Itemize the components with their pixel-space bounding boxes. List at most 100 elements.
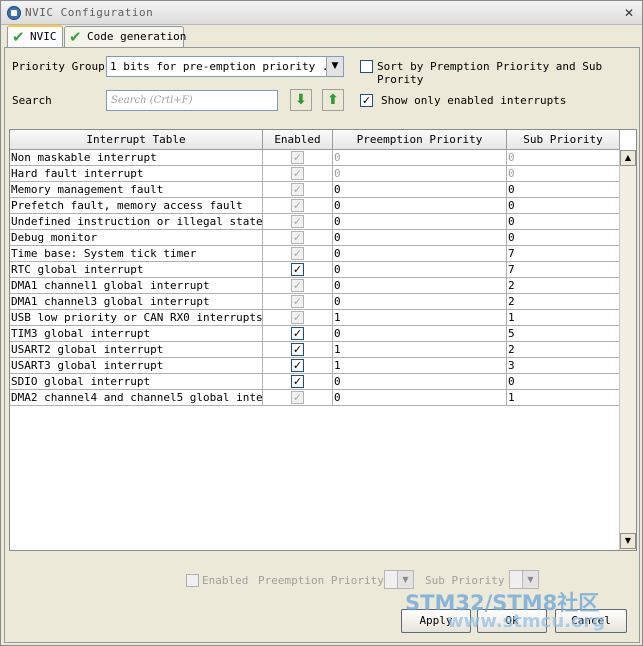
table-row[interactable]: Undefined instruction or illegal state ✓ 0… [10, 214, 620, 230]
table-row[interactable]: Non maskable interrupt ✓ 0 0 [10, 150, 620, 166]
preemption-priority-cell[interactable]: 1 [333, 358, 507, 374]
interrupt-name-cell[interactable]: Memory management fault [10, 182, 263, 198]
sub-priority-cell[interactable]: 0 [507, 198, 620, 214]
enabled-checkbox[interactable]: ✓ [291, 263, 304, 276]
search-next-button[interactable]: ⬇ [290, 89, 312, 111]
table-row[interactable]: USART2 global interrupt ✓ 1 2 [10, 342, 620, 358]
table-row[interactable]: Time base: System tick timer ✓ 0 7 [10, 246, 620, 262]
sub-priority-cell[interactable]: 2 [507, 278, 620, 294]
preemption-priority-cell[interactable]: 0 [333, 374, 507, 390]
preemption-priority-cell[interactable]: 0 [333, 262, 507, 278]
show-enabled-checkbox[interactable]: ✓ [360, 94, 373, 107]
table-row[interactable]: RTC global interrupt ✓ 0 7 [10, 262, 620, 278]
sub-priority-cell[interactable]: 0 [507, 150, 620, 166]
sub-priority-cell[interactable]: 2 [507, 294, 620, 310]
check-icon: ✔ [69, 28, 82, 46]
tab-code-generation[interactable]: ✔ Code generation [64, 26, 186, 47]
interrupt-name-cell[interactable]: USB low priority or CAN RX0 interrupts [10, 310, 263, 326]
column-header-enabled[interactable]: Enabled [263, 130, 333, 150]
sub-priority-cell[interactable]: 2 [507, 342, 620, 358]
interrupt-table: Interrupt Table Enabled Preemption Prior… [9, 129, 637, 551]
enabled-checkbox[interactable]: ✓ [291, 343, 304, 356]
vertical-scrollbar[interactable]: ▲ ▼ [619, 150, 636, 550]
sort-checkbox[interactable] [360, 60, 373, 73]
sub-priority-cell[interactable]: 0 [507, 182, 620, 198]
interrupt-name-cell[interactable]: Non maskable interrupt [10, 150, 263, 166]
enabled-checkbox[interactable]: ✓ [291, 359, 304, 372]
title-bar[interactable]: NVIC Configuration ✕ [1, 1, 642, 25]
preemption-priority-cell[interactable]: 0 [333, 150, 507, 166]
sub-priority-cell[interactable]: 7 [507, 262, 620, 278]
preemption-priority-cell[interactable]: 0 [333, 294, 507, 310]
nvic-configuration-window: NVIC Configuration ✕ ✔ NVIC ✔ Code gener… [0, 0, 643, 646]
preemption-priority-cell[interactable]: 0 [333, 390, 507, 406]
interrupt-name-cell[interactable]: Time base: System tick timer [10, 246, 263, 262]
scroll-up-icon[interactable]: ▲ [620, 150, 636, 166]
interrupt-name-cell[interactable]: USART2 global interrupt [10, 342, 263, 358]
preemption-priority-cell[interactable]: 0 [333, 326, 507, 342]
preemption-priority-cell[interactable]: 1 [333, 342, 507, 358]
table-row[interactable]: DMA2 channel4 and channel5 global inte..… [10, 390, 620, 406]
sub-priority-cell[interactable]: 1 [507, 310, 620, 326]
search-label: Search [12, 94, 52, 107]
sub-priority-cell[interactable]: 1 [507, 390, 620, 406]
column-header-sub-priority[interactable]: Sub Priority [507, 130, 620, 150]
table-row[interactable]: DMA1 channel1 global interrupt ✓ 0 2 [10, 278, 620, 294]
scroll-down-icon[interactable]: ▼ [620, 533, 636, 549]
table-row[interactable]: Hard fault interrupt ✓ 0 0 [10, 166, 620, 182]
tab-nvic[interactable]: ✔ NVIC [7, 25, 63, 47]
close-button[interactable]: ✕ [620, 4, 638, 22]
interrupt-name-cell[interactable]: Prefetch fault, memory access fault [10, 198, 263, 214]
column-header-interrupt[interactable]: Interrupt Table [10, 130, 263, 150]
interrupt-name-cell[interactable]: TIM3 global interrupt [10, 326, 263, 342]
enabled-checkbox: ✓ [291, 295, 304, 308]
sub-priority-cell[interactable]: 5 [507, 326, 620, 342]
chevron-down-icon[interactable]: ▼ [326, 57, 343, 76]
preemption-priority-cell[interactable]: 0 [333, 182, 507, 198]
sub-priority-cell[interactable]: 0 [507, 214, 620, 230]
enabled-checkbox[interactable]: ✓ [291, 375, 304, 388]
interrupt-name-cell[interactable]: DMA2 channel4 and channel5 global inte..… [10, 390, 263, 406]
interrupt-name-cell[interactable]: Hard fault interrupt [10, 166, 263, 182]
search-previous-button[interactable]: ⬆ [322, 89, 344, 111]
preemption-priority-cell[interactable]: 0 [333, 166, 507, 182]
search-input[interactable]: Search (Crtl+F) [106, 90, 278, 111]
app-shield-icon [7, 6, 21, 20]
sub-priority-cell[interactable]: 3 [507, 358, 620, 374]
table-row[interactable]: USB low priority or CAN RX0 interrupts ✓ 1… [10, 310, 620, 326]
preemption-priority-cell[interactable]: 0 [333, 246, 507, 262]
enabled-checkbox[interactable]: ✓ [291, 327, 304, 340]
sub-priority-cell[interactable]: 0 [507, 230, 620, 246]
nvic-panel: Priority Group 1 bits for pre-emption pr… [4, 47, 640, 643]
interrupt-name-cell[interactable]: DMA1 channel1 global interrupt [10, 278, 263, 294]
priority-group-select[interactable]: 1 bits for pre-emption priority ... ▼ [106, 56, 344, 77]
preemption-priority-cell[interactable]: 0 [333, 278, 507, 294]
sub-priority-cell[interactable]: 7 [507, 246, 620, 262]
interrupt-name-cell[interactable]: SDIO global interrupt [10, 374, 263, 390]
table-row[interactable]: Prefetch fault, memory access fault ✓ 0 0 [10, 198, 620, 214]
preemption-priority-cell[interactable]: 0 [333, 214, 507, 230]
table-row[interactable]: DMA1 channel3 global interrupt ✓ 0 2 [10, 294, 620, 310]
table-row[interactable]: Debug monitor ✓ 0 0 [10, 230, 620, 246]
column-header-preemption[interactable]: Preemption Priority [333, 130, 507, 150]
preemption-priority-cell[interactable]: 0 [333, 198, 507, 214]
interrupt-name-cell[interactable]: Debug monitor [10, 230, 263, 246]
table-row[interactable]: USART3 global interrupt ✓ 1 3 [10, 358, 620, 374]
enabled-cell: ✓ [263, 230, 333, 246]
preemption-priority-cell[interactable]: 0 [333, 230, 507, 246]
sub-priority-cell[interactable]: 0 [507, 166, 620, 182]
enabled-checkbox: ✓ [291, 311, 304, 324]
interrupt-name-cell[interactable]: RTC global interrupt [10, 262, 263, 278]
table-row[interactable]: SDIO global interrupt ✓ 0 0 [10, 374, 620, 390]
sub-priority-cell[interactable]: 0 [507, 374, 620, 390]
interrupt-name-cell[interactable]: DMA1 channel3 global interrupt [10, 294, 263, 310]
footer-preemption-label: Preemption Priority [258, 574, 384, 587]
table-row[interactable]: Memory management fault ✓ 0 0 [10, 182, 620, 198]
footer-enabled-checkbox[interactable] [186, 574, 199, 587]
interrupt-name-cell[interactable]: Undefined instruction or illegal state [10, 214, 263, 230]
table-row[interactable]: TIM3 global interrupt ✓ 0 5 [10, 326, 620, 342]
priority-group-value: 1 bits for pre-emption priority ... [110, 60, 342, 73]
watermark-url: www.stmcu.org [447, 611, 606, 632]
preemption-priority-cell[interactable]: 1 [333, 310, 507, 326]
interrupt-name-cell[interactable]: USART3 global interrupt [10, 358, 263, 374]
